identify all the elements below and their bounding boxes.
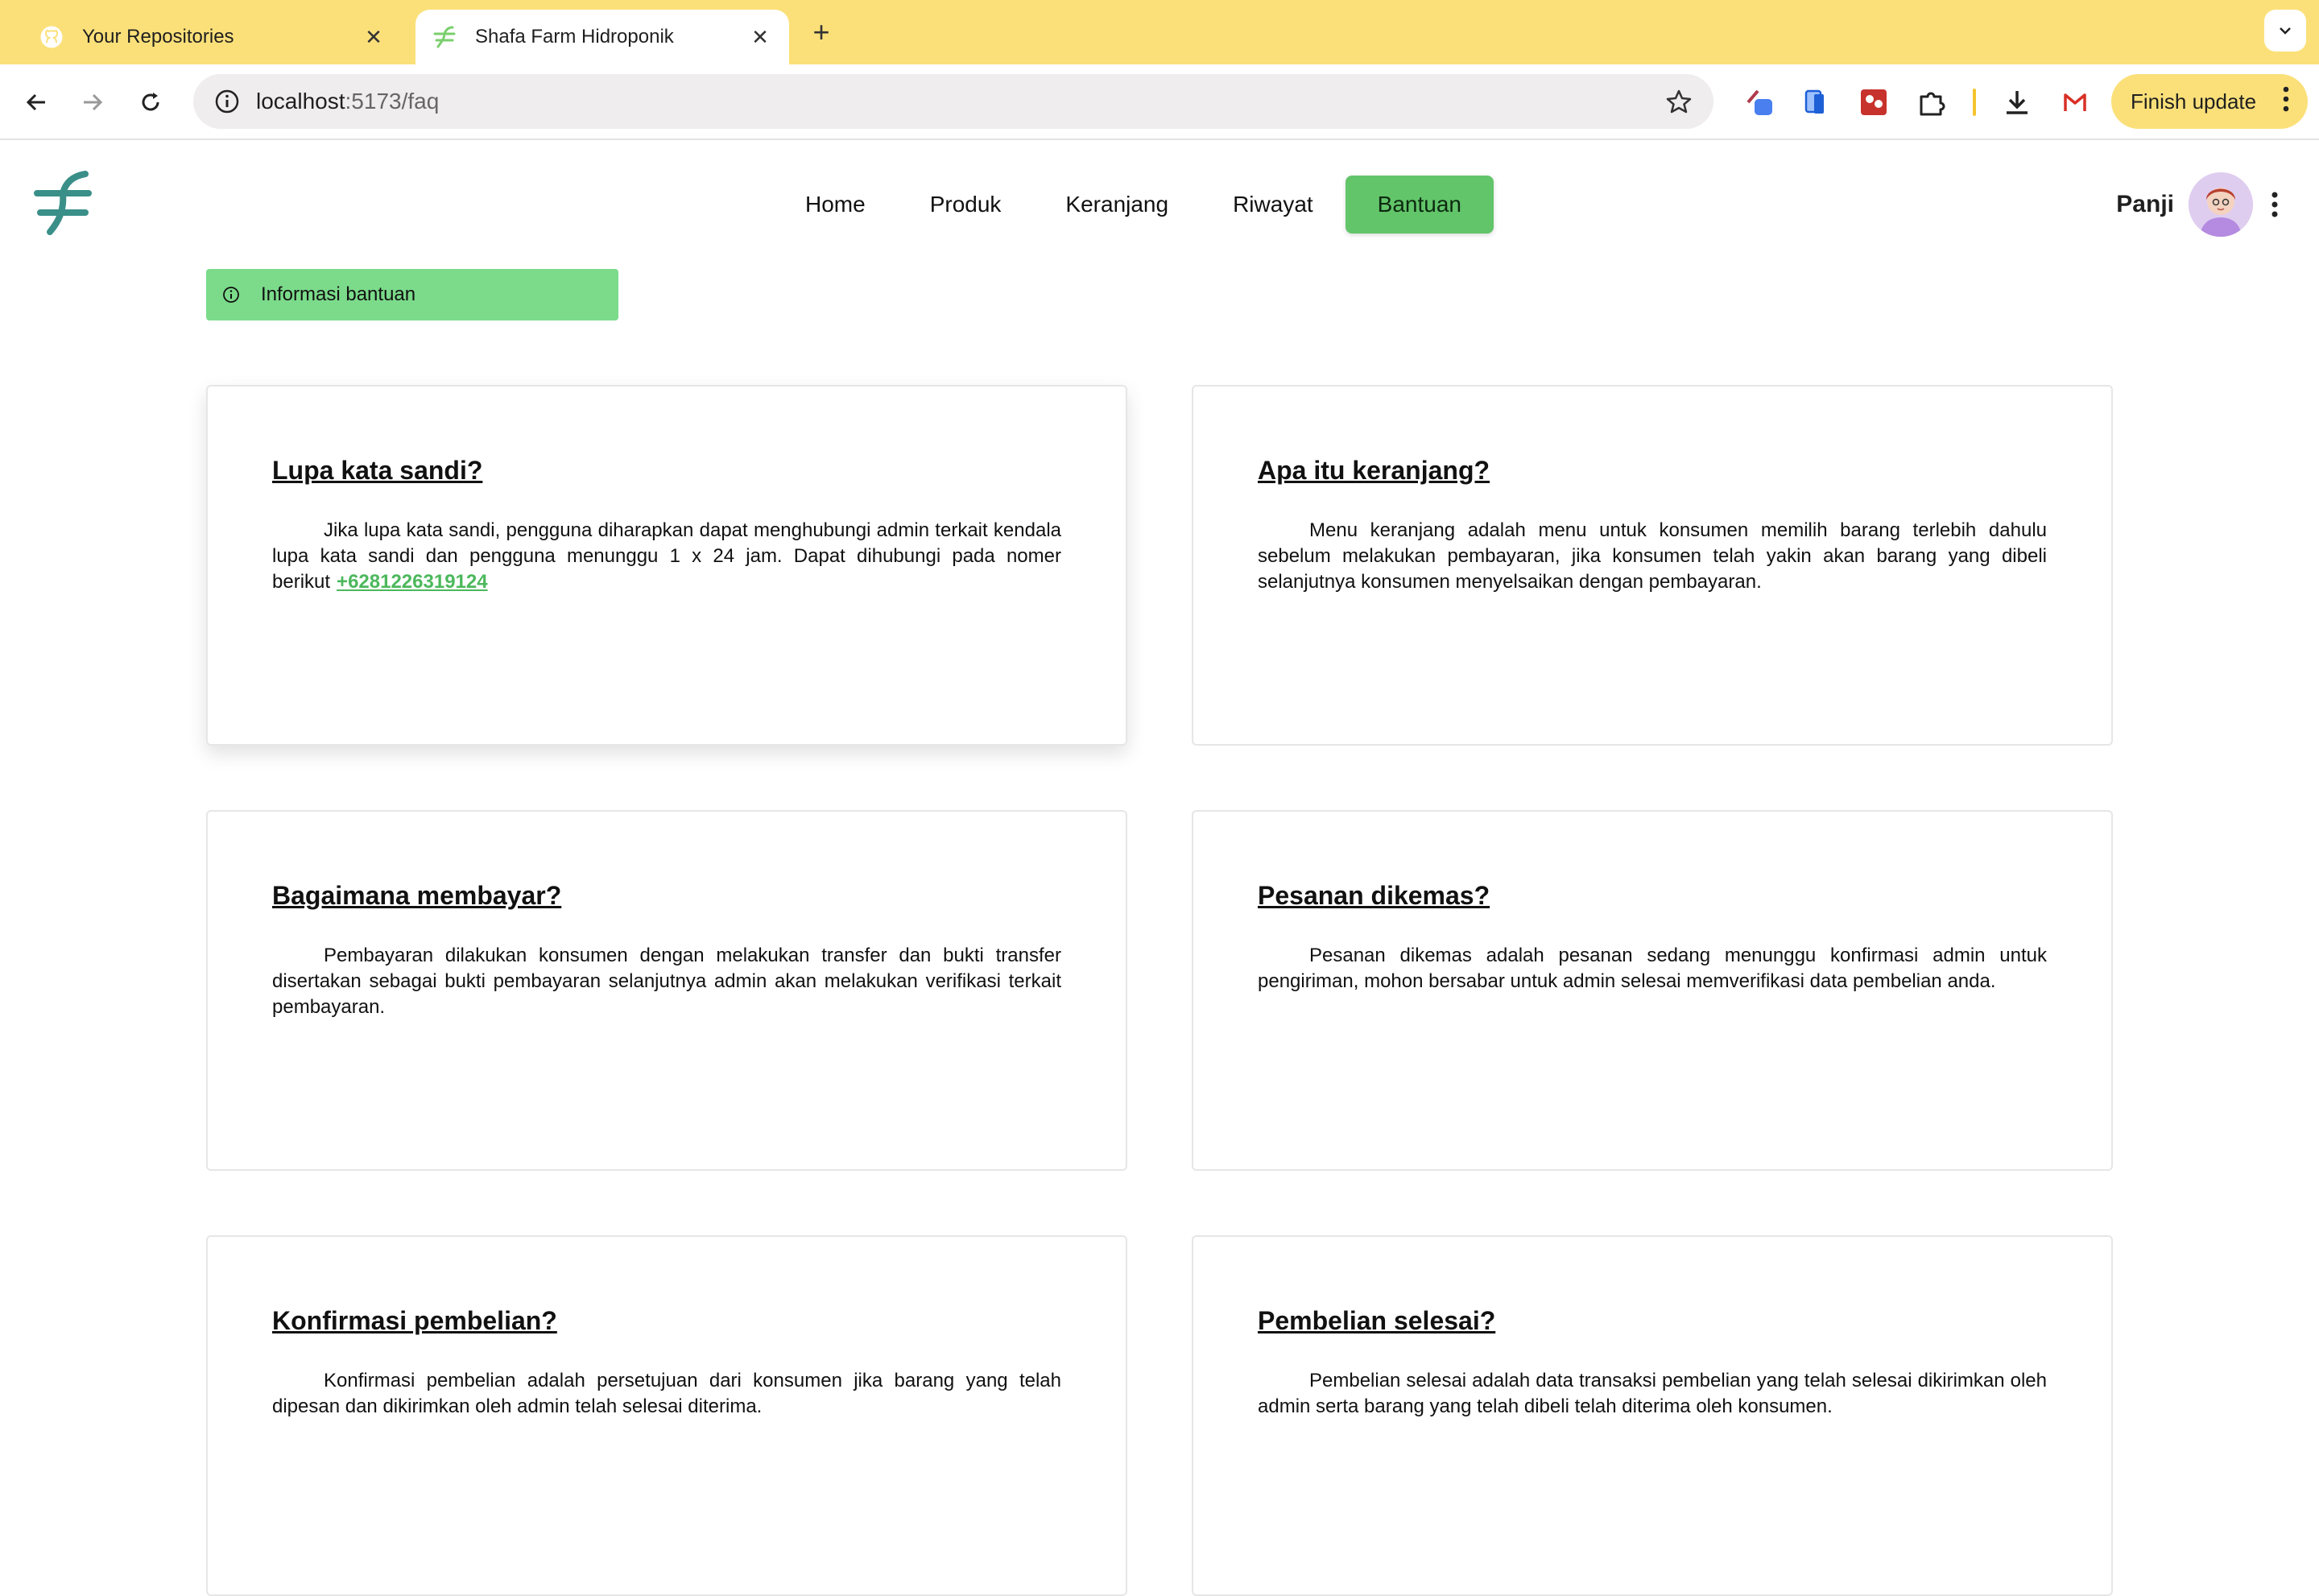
browser-toolbar: localhost:5173/faq Finish update: [0, 64, 2319, 140]
nav-riwayat[interactable]: Riwayat: [1201, 176, 1346, 234]
tab-your-repositories[interactable]: Your Repositories ✕: [23, 10, 403, 64]
main-nav: Home Produk Keranjang Riwayat Bantuan: [773, 176, 1494, 234]
address-bar[interactable]: localhost:5173/faq: [193, 74, 1713, 129]
faq-question: Pembelian selesai?: [1258, 1306, 1496, 1335]
nav-home[interactable]: Home: [773, 176, 898, 234]
faq-card: Bagaimana membayar? Pembayaran dilakukan…: [206, 810, 1127, 1171]
avatar[interactable]: [2189, 172, 2253, 237]
app-header: Home Produk Keranjang Riwayat Bantuan Pa…: [0, 140, 2319, 269]
extension-icon[interactable]: [1797, 84, 1834, 121]
nav-keranjang[interactable]: Keranjang: [1033, 176, 1201, 234]
extensions-puzzle-icon[interactable]: [1913, 84, 1950, 121]
bookmark-star-icon[interactable]: [1665, 88, 1693, 115]
faq-answer: Pesanan dikemas adalah pesanan sedang me…: [1258, 945, 2047, 992]
faq-card: Apa itu keranjang? Menu keranjang adalah…: [1192, 385, 2113, 746]
browser-tabstrip: Your Repositories ✕ Shafa Farm Hidroponi…: [0, 0, 2319, 64]
faq-card: Pembelian selesai? Pembelian selesai ada…: [1192, 1235, 2113, 1596]
github-icon: [39, 24, 64, 50]
faq-question: Konfirmasi pembelian?: [272, 1306, 557, 1335]
faq-card: Konfirmasi pembelian? Konfirmasi pembeli…: [206, 1235, 1127, 1596]
back-arrow-icon[interactable]: [16, 82, 56, 122]
gmail-extension-icon[interactable]: [2057, 84, 2094, 121]
info-banner-label: Informasi bantuan: [261, 283, 416, 305]
download-icon[interactable]: [1999, 84, 2036, 121]
faq-question: Bagaimana membayar?: [272, 881, 562, 910]
shafa-farm-logo[interactable]: [32, 169, 93, 237]
faq-answer: Konfirmasi pembelian adalah persetujuan …: [272, 1370, 1061, 1417]
info-icon: [222, 286, 240, 304]
forward-arrow-icon[interactable]: [72, 82, 113, 122]
finish-update-button[interactable]: Finish update: [2111, 74, 2308, 129]
new-tab-plus-icon[interactable]: +: [805, 15, 837, 48]
faq-question: Apa itu keranjang?: [1258, 456, 1490, 485]
reload-icon[interactable]: [130, 82, 171, 122]
faq-question: Pesanan dikemas?: [1258, 881, 1490, 910]
shafa-farm-favicon: [432, 24, 457, 50]
toolbar-divider: [1973, 89, 1976, 116]
user-kebab-menu-icon[interactable]: [2263, 188, 2287, 221]
info-banner: Informasi bantuan: [206, 269, 618, 320]
site-info-icon[interactable]: [214, 89, 240, 114]
faq-card: Lupa kata sandi? Jika lupa kata sandi, p…: [206, 385, 1127, 746]
admin-phone-link[interactable]: +6281226319124: [337, 571, 488, 593]
tab-title: Shafa Farm Hidroponik: [475, 26, 674, 48]
faq-answer: Pembelian selesai adalah data transaksi …: [1258, 1370, 2047, 1417]
url-text[interactable]: localhost:5173/faq: [256, 89, 1665, 114]
extension-icon[interactable]: [1741, 84, 1778, 121]
faq-answer: Jika lupa kata sandi, pengguna diharapka…: [272, 519, 1061, 593]
tab-shafa-farm[interactable]: Shafa Farm Hidroponik ✕: [415, 10, 789, 64]
tab-title: Your Repositories: [82, 26, 234, 48]
tab-search-chevron-icon[interactable]: [2264, 10, 2306, 52]
faq-answer: Menu keranjang adalah menu untuk konsume…: [1258, 519, 2047, 593]
nav-produk[interactable]: Produk: [898, 176, 1034, 234]
close-icon[interactable]: ✕: [747, 24, 773, 50]
faq-question: Lupa kata sandi?: [272, 456, 483, 485]
extension-icon[interactable]: [1855, 84, 1892, 121]
user-menu: Panji: [2116, 172, 2287, 237]
close-icon[interactable]: ✕: [361, 24, 386, 50]
username: Panji: [2116, 191, 2174, 217]
faq-answer: Pembayaran dilakukan konsumen dengan mel…: [272, 945, 1061, 1018]
kebab-menu-icon[interactable]: [2282, 85, 2290, 118]
faq-card: Pesanan dikemas? Pesanan dikemas adalah …: [1192, 810, 2113, 1171]
nav-bantuan[interactable]: Bantuan: [1345, 176, 1494, 234]
